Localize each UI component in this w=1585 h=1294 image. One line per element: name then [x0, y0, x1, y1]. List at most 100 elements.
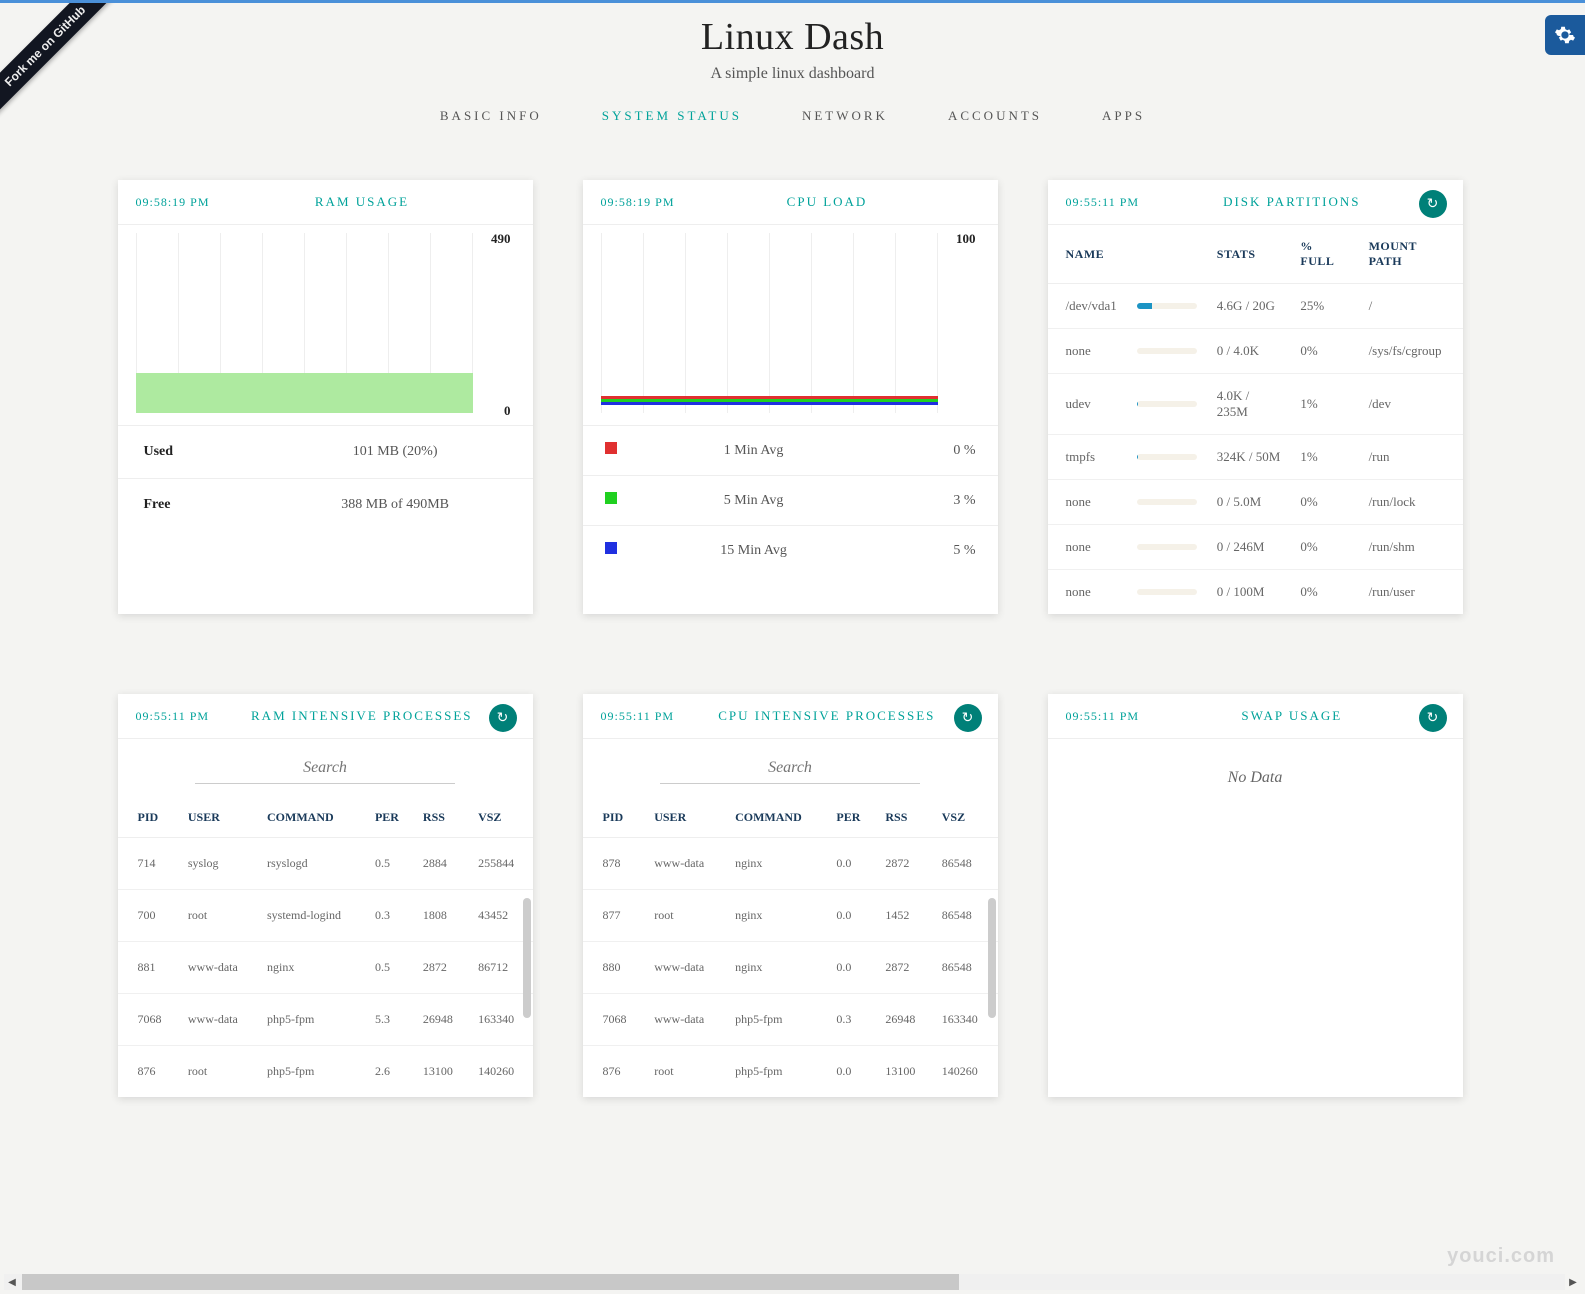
scroll-left-icon[interactable]: ◀ — [4, 1274, 20, 1290]
nav-network[interactable]: NETWORK — [802, 108, 888, 124]
col-name[interactable]: NAME — [1048, 225, 1127, 284]
refresh-button[interactable]: ↻ — [489, 704, 517, 732]
cell-bar — [1127, 435, 1207, 480]
search-input[interactable] — [195, 753, 455, 784]
scroll-right-icon[interactable]: ▶ — [1565, 1274, 1581, 1290]
cell-cmd: php5-fpm — [259, 994, 367, 1046]
cell-user: root — [180, 1046, 259, 1098]
legend-swatch — [605, 442, 617, 454]
col-per[interactable]: PER — [828, 798, 877, 838]
cell-pid: 876 — [583, 1046, 647, 1098]
col-stats[interactable]: STATS — [1207, 225, 1291, 284]
ram-chart: 490 0 — [118, 225, 533, 425]
cell-mount: /run — [1359, 435, 1463, 480]
card-time: 09:55:11 PM — [1066, 709, 1140, 724]
cell-full: 1% — [1290, 435, 1358, 480]
horizontal-scrollbar[interactable]: ◀ ▶ — [4, 1274, 1565, 1290]
refresh-button[interactable]: ↻ — [1419, 190, 1447, 218]
table-row: 7068 www-data php5-fpm 0.3 26948 163340 — [583, 994, 998, 1046]
table-row: none 0 / 5.0M 0% /run/lock — [1048, 480, 1463, 525]
col-rss[interactable]: RSS — [415, 798, 470, 838]
cell-per: 0.0 — [828, 838, 877, 890]
cell-vsz: 140260 — [934, 1046, 998, 1098]
cell-mount: /dev — [1359, 374, 1463, 435]
nav-basic-info[interactable]: BASIC INFO — [440, 108, 542, 124]
cell-per: 5.3 — [367, 994, 415, 1046]
col-mount[interactable]: MOUNT PATH — [1359, 225, 1463, 284]
col-rss[interactable]: RSS — [877, 798, 933, 838]
cell-cmd: nginx — [259, 942, 367, 994]
cell-mount: / — [1359, 284, 1463, 329]
scrollbar-thumb[interactable] — [988, 898, 996, 1018]
table-row: 877 root nginx 0.0 1452 86548 — [583, 890, 998, 942]
cell-per: 0.0 — [828, 942, 877, 994]
cell-mount: /run/shm — [1359, 525, 1463, 570]
col-cmd[interactable]: COMMAND — [727, 798, 828, 838]
card-title: CPU INTENSIVE PROCESSES — [674, 708, 979, 724]
cell-stats: 4.6G / 20G — [1207, 284, 1291, 329]
ram-free-label: Free — [118, 479, 258, 532]
cell-vsz: 140260 — [470, 1046, 532, 1098]
col-full[interactable]: % FULL — [1290, 225, 1358, 284]
ram-free-value: 388 MB of 490MB — [258, 479, 533, 532]
cell-name: udev — [1048, 374, 1127, 435]
search-input[interactable] — [660, 753, 920, 784]
col-vsz[interactable]: VSZ — [470, 798, 532, 838]
col-user[interactable]: USER — [180, 798, 259, 838]
cell-name: none — [1048, 525, 1127, 570]
cell-per: 0.0 — [828, 1046, 877, 1098]
cell-cmd: systemd-logind — [259, 890, 367, 942]
nav-accounts[interactable]: ACCOUNTS — [948, 108, 1042, 124]
card-time: 09:55:11 PM — [1066, 195, 1140, 210]
card-disk-partitions: 09:55:11 PM DISK PARTITIONS ↻ NAME STATS… — [1048, 180, 1463, 614]
nav-apps[interactable]: APPS — [1102, 108, 1145, 124]
col-pid[interactable]: PID — [583, 798, 647, 838]
cell-pid: 877 — [583, 890, 647, 942]
cell-stats: 0 / 246M — [1207, 525, 1291, 570]
col-user[interactable]: USER — [646, 798, 727, 838]
col-vsz[interactable]: VSZ — [934, 798, 998, 838]
cell-user: www-data — [646, 838, 727, 890]
cell-bar — [1127, 284, 1207, 329]
card-swap-usage: 09:55:11 PM SWAP USAGE ↻ No Data — [1048, 694, 1463, 1097]
col-pid[interactable]: PID — [118, 798, 180, 838]
cell-cmd: php5-fpm — [727, 994, 828, 1046]
card-time: 09:58:19 PM — [601, 195, 675, 210]
cell-per: 0.3 — [367, 890, 415, 942]
ram-used-row: Used 101 MB (20%) — [118, 426, 533, 479]
col-per[interactable]: PER — [367, 798, 415, 838]
refresh-button[interactable]: ↻ — [1419, 704, 1447, 732]
cell-rss: 26948 — [877, 994, 933, 1046]
cell-pid: 714 — [118, 838, 180, 890]
cell-name: /dev/vda1 — [1048, 284, 1127, 329]
cell-full: 0% — [1290, 329, 1358, 374]
nav-system-status[interactable]: SYSTEM STATUS — [602, 108, 742, 124]
legend-label: 15 Min Avg — [643, 526, 865, 576]
cpu-chart: 100 — [583, 225, 998, 425]
chart-max: 490 — [491, 231, 511, 247]
card-time: 09:55:11 PM — [136, 709, 210, 724]
cell-per: 0.3 — [828, 994, 877, 1046]
settings-button[interactable] — [1545, 15, 1585, 55]
cell-pid: 7068 — [583, 994, 647, 1046]
cell-pid: 880 — [583, 942, 647, 994]
page-header: Linux Dash A simple linux dashboard — [0, 3, 1585, 83]
page-title: Linux Dash — [0, 15, 1585, 59]
github-ribbon[interactable]: Fork me on GitHub — [0, 3, 120, 123]
cell-bar — [1127, 374, 1207, 435]
cell-per: 2.6 — [367, 1046, 415, 1098]
cell-bar — [1127, 480, 1207, 525]
card-ram-processes: 09:55:11 PM RAM INTENSIVE PROCESSES ↻ PI… — [118, 694, 533, 1097]
scrollbar-thumb[interactable] — [523, 898, 531, 1018]
scrollbar-thumb[interactable] — [22, 1274, 959, 1290]
cell-full: 0% — [1290, 570, 1358, 615]
col-cmd[interactable]: COMMAND — [259, 798, 367, 838]
cell-rss: 2884 — [415, 838, 470, 890]
cell-user: www-data — [180, 994, 259, 1046]
chart-min: 0 — [504, 403, 511, 419]
cell-name: none — [1048, 570, 1127, 615]
cell-mount: /run/lock — [1359, 480, 1463, 525]
card-title: CPU LOAD — [675, 194, 980, 210]
refresh-button[interactable]: ↻ — [954, 704, 982, 732]
card-title: RAM USAGE — [210, 194, 515, 210]
